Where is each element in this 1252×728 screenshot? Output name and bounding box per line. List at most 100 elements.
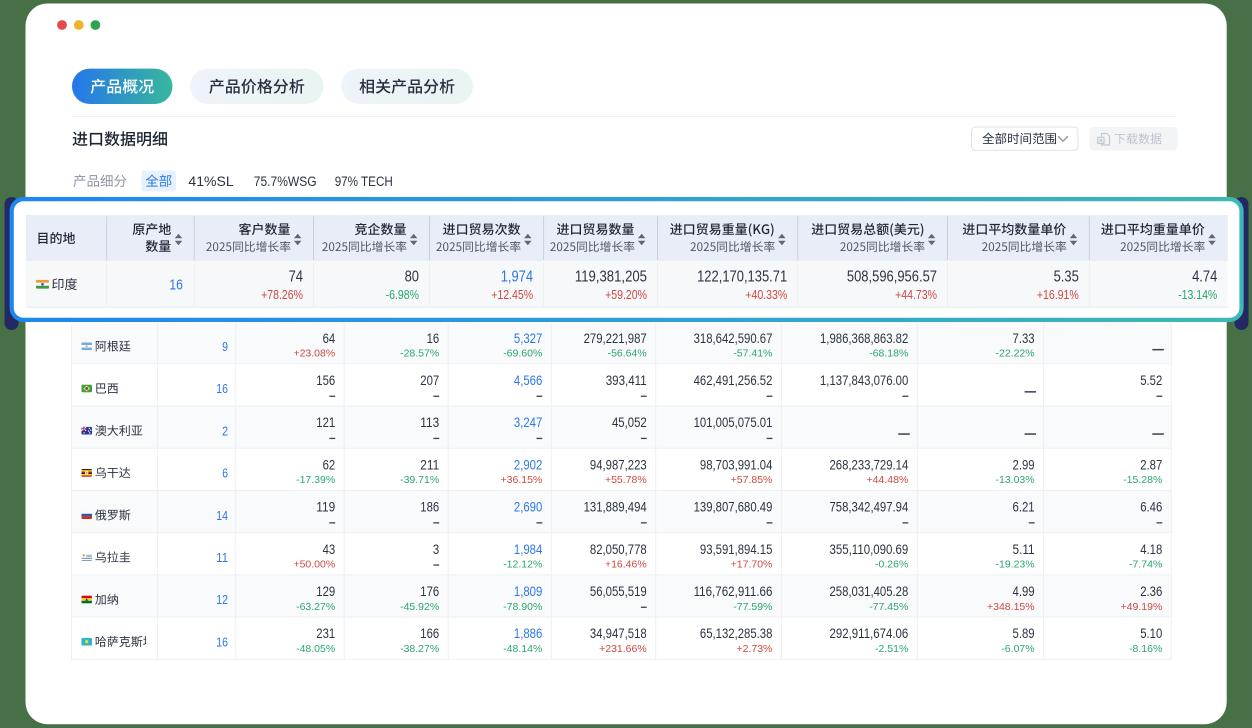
svg-text:113: 113: [420, 414, 439, 430]
svg-text:1,984: 1,984: [514, 541, 543, 557]
svg-text:+348.15%: +348.15%: [987, 601, 1035, 613]
svg-text:-45.92%: -45.92%: [400, 601, 439, 613]
svg-text:+17.70%: +17.70%: [731, 559, 773, 571]
svg-text:5,327: 5,327: [514, 330, 543, 346]
svg-text:-7.74%: -7.74%: [1129, 559, 1162, 571]
svg-text:-6.07%: -6.07%: [1001, 643, 1034, 655]
svg-text:+55.78%: +55.78%: [605, 474, 647, 486]
svg-text:2,902: 2,902: [514, 456, 543, 472]
svg-text:-28.57%: -28.57%: [400, 348, 439, 360]
svg-text:65,132,285.38: 65,132,285.38: [700, 625, 773, 641]
svg-text:131,889,494: 131,889,494: [584, 499, 647, 515]
svg-text:34,947,518: 34,947,518: [590, 625, 647, 641]
svg-text:2.87: 2.87: [1140, 456, 1162, 472]
svg-text:5.52: 5.52: [1140, 372, 1162, 388]
svg-text:-48.14%: -48.14%: [503, 643, 542, 655]
svg-text:16: 16: [427, 330, 440, 346]
svg-text:258,031,405.28: 258,031,405.28: [830, 583, 909, 599]
svg-text:-56.64%: -56.64%: [608, 348, 647, 360]
svg-text:62: 62: [323, 456, 336, 472]
svg-text:80: 80: [405, 268, 419, 285]
svg-text:97% TECH: 97% TECH: [335, 174, 393, 189]
svg-text:207: 207: [420, 372, 439, 388]
svg-text:462,491,256.52: 462,491,256.52: [694, 372, 773, 388]
svg-text:-13.14%: -13.14%: [1178, 287, 1218, 302]
svg-text:5.89: 5.89: [1013, 625, 1035, 641]
svg-text:268,233,729.14: 268,233,729.14: [830, 456, 909, 472]
svg-text:-57.41%: -57.41%: [733, 348, 772, 360]
svg-text:64: 64: [323, 330, 336, 346]
svg-text:121: 121: [316, 414, 335, 430]
svg-text:-0.26%: -0.26%: [875, 559, 908, 571]
svg-text:41%SL: 41%SL: [188, 174, 234, 189]
svg-text:6.46: 6.46: [1140, 499, 1162, 515]
svg-text:-78.90%: -78.90%: [503, 601, 542, 613]
svg-text:4.99: 4.99: [1013, 583, 1035, 599]
svg-text:101,005,075.01: 101,005,075.01: [694, 414, 773, 430]
svg-text:5.11: 5.11: [1013, 541, 1035, 557]
svg-text:355,110,090.69: 355,110,090.69: [830, 541, 909, 557]
svg-text:-6.98%: -6.98%: [386, 287, 420, 302]
svg-text:+50.00%: +50.00%: [293, 559, 335, 571]
svg-text:+231.66%: +231.66%: [599, 643, 647, 655]
svg-text:14: 14: [216, 508, 228, 523]
svg-text:7.33: 7.33: [1013, 330, 1035, 346]
svg-text:176: 176: [420, 583, 439, 599]
svg-text:16: 16: [216, 381, 228, 396]
svg-text:393,411: 393,411: [606, 372, 647, 388]
svg-text:1,886: 1,886: [514, 625, 543, 641]
svg-text:116,762,911.66: 116,762,911.66: [694, 583, 773, 599]
svg-text:5.35: 5.35: [1054, 268, 1079, 285]
svg-text:12: 12: [216, 592, 228, 607]
svg-text:-39.71%: -39.71%: [400, 474, 439, 486]
svg-text:+16.46%: +16.46%: [605, 559, 647, 571]
svg-text:4.74: 4.74: [1192, 268, 1217, 285]
svg-text:2: 2: [222, 423, 228, 438]
svg-text:9: 9: [222, 339, 228, 354]
svg-text:+16.91%: +16.91%: [1037, 287, 1079, 302]
svg-text:+44.73%: +44.73%: [895, 287, 937, 302]
svg-text:82,050,778: 82,050,778: [590, 541, 647, 557]
svg-text:+2.73%: +2.73%: [736, 643, 772, 655]
svg-text:166: 166: [420, 625, 439, 641]
svg-text:+57.85%: +57.85%: [731, 474, 773, 486]
svg-text:2.36: 2.36: [1140, 583, 1162, 599]
svg-text:-69.60%: -69.60%: [503, 348, 542, 360]
svg-text:74: 74: [289, 268, 303, 285]
svg-text:-48.05%: -48.05%: [296, 643, 335, 655]
svg-text:139,807,680.49: 139,807,680.49: [694, 499, 773, 515]
svg-text:+78.26%: +78.26%: [261, 287, 303, 302]
svg-text:119,381,205: 119,381,205: [575, 268, 647, 285]
svg-text:3: 3: [433, 541, 439, 557]
svg-text:3,247: 3,247: [514, 414, 543, 430]
svg-text:+23.08%: +23.08%: [293, 348, 335, 360]
svg-text:5.10: 5.10: [1140, 625, 1162, 641]
svg-text:2.99: 2.99: [1013, 456, 1035, 472]
svg-text:-19.23%: -19.23%: [995, 559, 1034, 571]
svg-text:+59.20%: +59.20%: [605, 287, 647, 302]
svg-text:+12.45%: +12.45%: [491, 287, 533, 302]
svg-text:186: 186: [420, 499, 439, 515]
svg-text:-2.51%: -2.51%: [875, 643, 908, 655]
svg-text:-8.16%: -8.16%: [1129, 643, 1162, 655]
svg-text:+40.33%: +40.33%: [745, 287, 787, 302]
svg-text:508,596,956.57: 508,596,956.57: [847, 268, 937, 285]
svg-text:-77.45%: -77.45%: [869, 601, 908, 613]
svg-text:129: 129: [316, 583, 335, 599]
svg-text:211: 211: [420, 456, 439, 472]
svg-text:93,591,894.15: 93,591,894.15: [700, 541, 773, 557]
svg-text:+44.48%: +44.48%: [867, 474, 909, 486]
svg-text:-38.27%: -38.27%: [400, 643, 439, 655]
svg-text:-15.28%: -15.28%: [1123, 474, 1162, 486]
svg-text:4,566: 4,566: [514, 372, 543, 388]
svg-text:318,642,590.67: 318,642,590.67: [694, 330, 773, 346]
svg-text:+49.19%: +49.19%: [1121, 601, 1163, 613]
svg-text:1,809: 1,809: [514, 583, 543, 599]
svg-text:1,137,843,076.00: 1,137,843,076.00: [820, 372, 908, 388]
svg-text:56,055,519: 56,055,519: [590, 583, 647, 599]
svg-text:94,987,223: 94,987,223: [590, 456, 647, 472]
svg-text:11: 11: [216, 550, 228, 565]
svg-text:231: 231: [316, 625, 335, 641]
svg-text:2,690: 2,690: [514, 499, 543, 515]
svg-text:292,911,674.06: 292,911,674.06: [830, 625, 909, 641]
